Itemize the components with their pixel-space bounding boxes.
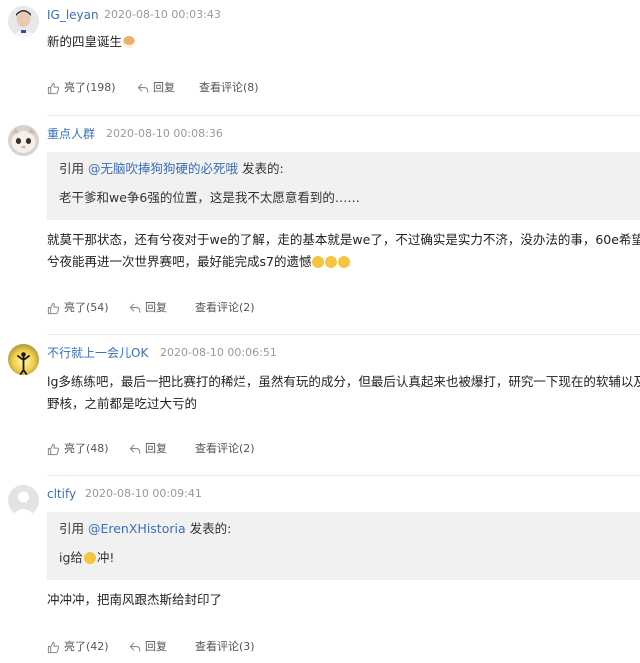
view-comments-label: 查看评论(8) [199, 81, 259, 94]
comment-body: 新的四皇诞生 [47, 31, 622, 53]
like-count: 亮了(42) [64, 640, 109, 653]
like-count: 亮了(48) [64, 442, 109, 455]
like-count: 亮了(54) [64, 301, 109, 314]
like-button[interactable]: 亮了(42) [47, 639, 109, 655]
reply-button[interactable]: 回复 [129, 300, 167, 316]
crying-emoji-icon [311, 254, 351, 269]
quote-block: 引用 @无脑吹捧狗狗硬的必死哦 发表的: 老干爹和we争6强的位置，这是我不太愿… [47, 152, 640, 220]
thumbs-up-icon [47, 443, 60, 455]
like-button[interactable]: 亮了(54) [47, 300, 109, 316]
view-comments-label: 查看评论(3) [195, 640, 255, 653]
thumbs-up-icon [47, 302, 60, 314]
like-button[interactable]: 亮了(198) [47, 80, 116, 96]
comment-item: IG_leyan 2020-08-10 00:03:43 新的四皇诞生 亮了(1… [0, 0, 640, 116]
comment-body: 冲冲冲，把南风跟杰斯给封印了 [47, 592, 223, 607]
reply-button[interactable]: 回复 [137, 80, 175, 96]
quote-text: ig给 冲! [59, 550, 115, 565]
thumbs-up-icon [47, 82, 60, 94]
comment-body: 就莫干那状态，还有兮夜对于we的了解，走的基本就是we了，不过确实是实力不济，没… [47, 232, 640, 269]
dog-emoji-icon [123, 36, 136, 48]
view-comments-button[interactable]: 查看评论(8) [199, 80, 259, 96]
username[interactable]: 重点人群 [47, 126, 95, 142]
comment-time: 2020-08-10 00:08:36 [106, 127, 223, 140]
view-comments-button[interactable]: 查看评论(2) [195, 441, 255, 457]
comment-time: 2020-08-10 00:03:43 [104, 8, 221, 21]
avatar[interactable] [8, 344, 39, 375]
comment-body: lg多练练吧，最后一把比赛打的稀烂，虽然有玩的成分，但最后认真起来也被爆打，研究… [47, 374, 640, 411]
reply-icon [129, 642, 141, 652]
comment-item: 重点人群 2020-08-10 00:08:36 引用 @无脑吹捧狗狗硬的必死哦… [0, 116, 640, 335]
quoted-username[interactable]: @无脑吹捧狗狗硬的必死哦 [88, 161, 238, 176]
comment-time: 2020-08-10 00:06:51 [160, 346, 277, 359]
avatar[interactable] [8, 125, 39, 156]
view-comments-button[interactable]: 查看评论(2) [195, 300, 255, 316]
view-comments-label: 查看评论(2) [195, 301, 255, 314]
reply-label: 回复 [145, 442, 167, 455]
smile-emoji-icon [83, 552, 96, 564]
quote-header: 引用 @ErenXHistoria 发表的: [59, 521, 232, 536]
view-comments-label: 查看评论(2) [195, 442, 255, 455]
quoted-username[interactable]: @ErenXHistoria [88, 521, 186, 536]
username[interactable]: 不行就上一会儿OK [47, 345, 148, 361]
avatar[interactable] [8, 6, 39, 37]
username[interactable]: IG_leyan [47, 7, 99, 23]
comment-time: 2020-08-10 00:09:41 [85, 487, 202, 500]
avatar[interactable] [8, 485, 39, 516]
reply-label: 回复 [153, 81, 175, 94]
username[interactable]: cltify [47, 486, 76, 502]
reply-icon [129, 303, 141, 313]
quote-header: 引用 @无脑吹捧狗狗硬的必死哦 发表的: [59, 161, 284, 176]
reply-label: 回复 [145, 640, 167, 653]
comment-item: 不行就上一会儿OK 2020-08-10 00:06:51 lg多练练吧，最后一… [0, 335, 640, 476]
reply-button[interactable]: 回复 [129, 441, 167, 457]
comment-item: cltify 2020-08-10 00:09:41 引用 @ErenXHist… [0, 476, 640, 663]
thumbs-up-icon [47, 641, 60, 653]
reply-icon [137, 83, 149, 93]
reply-button[interactable]: 回复 [129, 639, 167, 655]
quote-text: 老干爹和we争6强的位置，这是我不太愿意看到的…… [59, 190, 360, 205]
quote-block: 引用 @ErenXHistoria 发表的: ig给 冲! [47, 512, 640, 580]
reply-label: 回复 [145, 301, 167, 314]
reply-icon [129, 444, 141, 454]
like-button[interactable]: 亮了(48) [47, 441, 109, 457]
like-count: 亮了(198) [64, 81, 116, 94]
view-comments-button[interactable]: 查看评论(3) [195, 639, 255, 655]
